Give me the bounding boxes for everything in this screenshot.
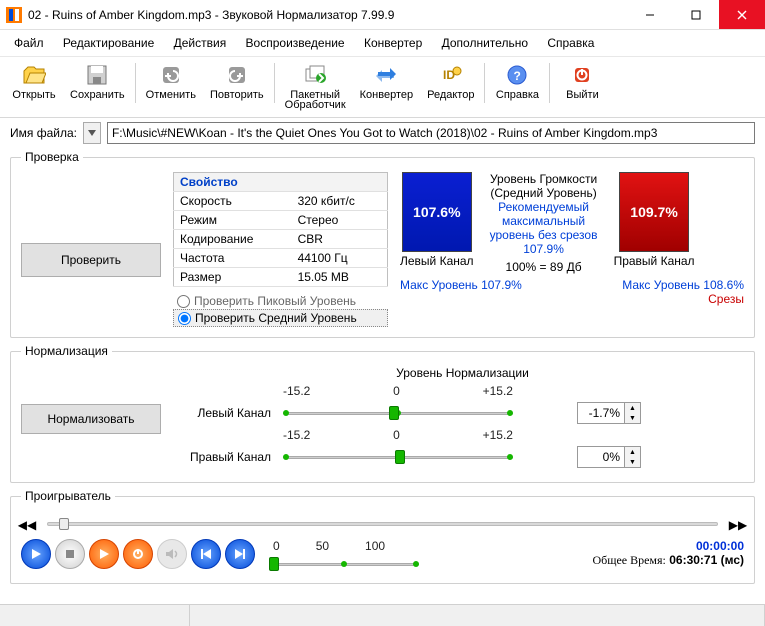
- redo-button[interactable]: Повторить: [204, 61, 270, 103]
- player-fieldset: Проигрыватель ◀◀ ▶▶ 050100: [10, 489, 755, 584]
- seek-slider[interactable]: [35, 515, 730, 533]
- check-legend: Проверка: [21, 150, 83, 164]
- right-channel-slider[interactable]: [283, 448, 513, 466]
- norm-right-label: Правый Канал: [181, 450, 271, 464]
- preview-button[interactable]: [89, 539, 119, 569]
- norm-left-label: Левый Канал: [181, 406, 271, 420]
- left-channel-slider[interactable]: [283, 404, 513, 422]
- file-dropdown-button[interactable]: [83, 122, 101, 144]
- menu-actions[interactable]: Действия: [166, 34, 235, 52]
- maximize-button[interactable]: [673, 0, 719, 29]
- properties-header: Свойство: [174, 173, 388, 192]
- floppy-icon: [85, 63, 109, 87]
- toolbar: Открыть Сохранить Отменить Повторить Пак…: [0, 57, 765, 118]
- exit-button[interactable]: Выйти: [554, 61, 610, 103]
- chevron-down-icon[interactable]: ▼: [624, 457, 640, 467]
- close-button[interactable]: [719, 0, 765, 29]
- speaker-button[interactable]: [157, 539, 187, 569]
- left-channel-meter: 107.6%: [402, 172, 472, 252]
- titlebar: 02 - Ruins of Amber Kingdom.mp3 - Звуков…: [0, 0, 765, 30]
- open-button[interactable]: Открыть: [6, 61, 62, 103]
- batch-icon: [303, 63, 327, 87]
- player-legend: Проигрыватель: [21, 489, 115, 503]
- check-fieldset: Проверка Проверить Свойство Скорость320 …: [10, 150, 755, 338]
- batch-button[interactable]: ПакетныйОбработчик: [279, 61, 352, 113]
- converter-button[interactable]: Конвертер: [354, 61, 419, 103]
- power-icon: [570, 63, 594, 87]
- right-value-stepper[interactable]: 0%▲▼: [577, 446, 641, 468]
- minimize-button[interactable]: [627, 0, 673, 29]
- toolbar-separator: [274, 63, 275, 103]
- right-channel-meter: 109.7%: [619, 172, 689, 252]
- svg-text:?: ?: [514, 69, 521, 83]
- properties-table: Свойство Скорость320 кбит/с РежимСтерео …: [173, 172, 388, 287]
- stop-button[interactable]: [55, 539, 85, 569]
- right-channel-label: Правый Канал: [614, 254, 695, 268]
- normalize-button[interactable]: Нормализовать: [21, 404, 161, 434]
- toolbar-separator: [135, 63, 136, 103]
- left-channel-label: Левый Канал: [400, 254, 474, 268]
- editor-icon: ID: [439, 63, 463, 87]
- radio-average[interactable]: Проверить Средний Уровень: [173, 309, 388, 327]
- file-row: Имя файла:: [10, 122, 755, 144]
- statusbar: [0, 604, 765, 626]
- undo-button[interactable]: Отменить: [140, 61, 202, 103]
- chevron-up-icon[interactable]: ▲: [624, 403, 640, 413]
- chevron-up-icon[interactable]: ▲: [624, 447, 640, 457]
- max-left-link[interactable]: Макс Уровень 107.9%: [400, 278, 522, 306]
- current-time: 00:00:00: [433, 539, 744, 553]
- seek-fwd-icon[interactable]: ▶▶: [732, 518, 744, 532]
- file-path-input[interactable]: [107, 122, 755, 144]
- toolbar-separator: [484, 63, 485, 103]
- toolbar-separator: [549, 63, 550, 103]
- record-button[interactable]: [123, 539, 153, 569]
- clips-link[interactable]: Срезы: [622, 292, 744, 306]
- left-value-stepper[interactable]: -1.7%▲▼: [577, 402, 641, 424]
- app-icon: [6, 7, 22, 23]
- normalization-legend: Нормализация: [21, 344, 112, 358]
- redo-icon: [225, 63, 249, 87]
- normalization-title: Уровень Нормализации: [181, 366, 744, 380]
- help-button[interactable]: ?Справка: [489, 61, 545, 103]
- play-button[interactable]: [21, 539, 51, 569]
- radio-peak[interactable]: Проверить Пиковый Уровень: [173, 293, 388, 309]
- total-time: 06:30:71 (мс): [669, 553, 744, 567]
- check-button[interactable]: Проверить: [21, 243, 161, 277]
- menu-edit[interactable]: Редактирование: [55, 34, 162, 52]
- menubar: Файл Редактирование Действия Воспроизвед…: [0, 30, 765, 57]
- editor-button[interactable]: IDРедактор: [421, 61, 480, 103]
- menu-extra[interactable]: Дополнительно: [434, 34, 536, 52]
- folder-open-icon: [22, 63, 46, 87]
- help-icon: ?: [505, 63, 529, 87]
- normalization-fieldset: Нормализация Нормализовать Уровень Норма…: [10, 344, 755, 483]
- save-button[interactable]: Сохранить: [64, 61, 131, 103]
- converter-icon: [374, 63, 398, 87]
- max-right-link[interactable]: Макс Уровень 108.6%: [622, 278, 744, 292]
- undo-icon: [159, 63, 183, 87]
- menu-converter[interactable]: Конвертер: [356, 34, 430, 52]
- menu-file[interactable]: Файл: [6, 34, 52, 52]
- seek-back-icon[interactable]: ◀◀: [21, 518, 33, 532]
- next-track-button[interactable]: [225, 539, 255, 569]
- window-title: 02 - Ruins of Amber Kingdom.mp3 - Звуков…: [28, 8, 627, 22]
- menu-help[interactable]: Справка: [539, 34, 602, 52]
- volume-slider[interactable]: [269, 555, 419, 573]
- menu-playback[interactable]: Воспроизведение: [238, 34, 353, 52]
- prev-track-button[interactable]: [191, 539, 221, 569]
- chevron-down-icon[interactable]: ▼: [624, 413, 640, 423]
- file-label: Имя файла:: [10, 126, 77, 140]
